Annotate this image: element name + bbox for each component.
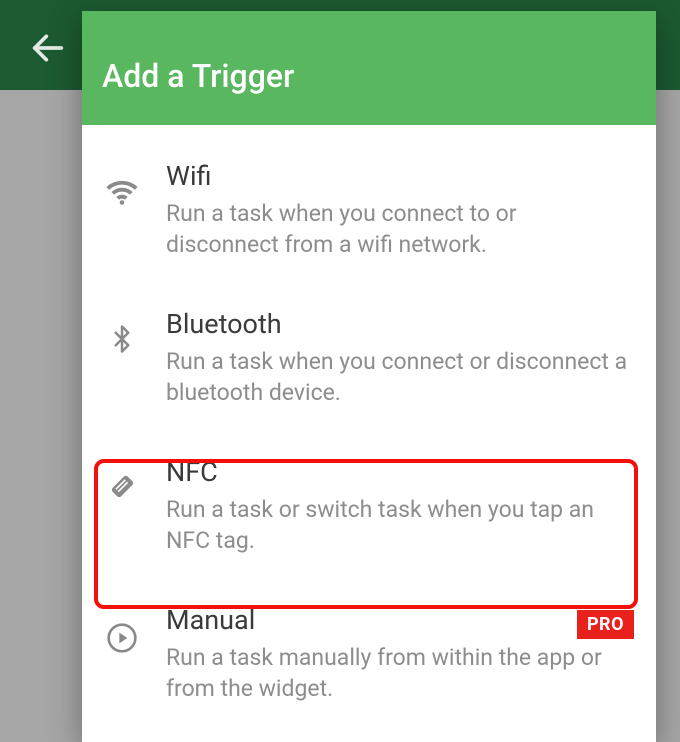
- trigger-item-desc: Run a task or switch task when you tap a…: [166, 494, 634, 556]
- trigger-item-bluetooth[interactable]: Bluetooth Run a task when you connect or…: [82, 285, 656, 433]
- trigger-item-desc: Run a task when you connect or disconnec…: [166, 346, 634, 408]
- trigger-item-body: Wifi Run a task when you connect to or d…: [166, 160, 634, 260]
- back-arrow-icon[interactable]: [28, 28, 72, 64]
- trigger-item-title: NFC: [166, 456, 634, 488]
- trigger-item-title: Bluetooth: [166, 308, 634, 340]
- trigger-item-desc: Run a task when you connect to or discon…: [166, 198, 634, 260]
- wifi-icon: [104, 174, 140, 208]
- trigger-list: Wifi Run a task when you connect to or d…: [82, 125, 656, 742]
- add-trigger-dialog: Add a Trigger Wifi Run a task when you c…: [82, 11, 656, 742]
- trigger-item-title: Manual: [166, 604, 634, 636]
- trigger-item-title: Wifi: [166, 160, 634, 192]
- trigger-item-body: NFC Run a task or switch task when you t…: [166, 456, 634, 556]
- play-icon: [104, 622, 140, 654]
- nfc-tag-icon: [104, 470, 140, 502]
- trigger-item-body: Bluetooth Run a task when you connect or…: [166, 308, 634, 408]
- trigger-item-wifi[interactable]: Wifi Run a task when you connect to or d…: [82, 137, 656, 285]
- trigger-item-nfc[interactable]: NFC Run a task or switch task when you t…: [82, 433, 656, 581]
- trigger-item-body: PRO Manual Run a task manually from with…: [166, 604, 634, 704]
- dialog-title: Add a Trigger: [82, 11, 656, 125]
- trigger-item-manual[interactable]: PRO Manual Run a task manually from with…: [82, 581, 656, 729]
- pro-badge: PRO: [577, 610, 634, 639]
- bluetooth-icon: [104, 322, 140, 356]
- trigger-item-desc: Run a task manually from within the app …: [166, 642, 634, 704]
